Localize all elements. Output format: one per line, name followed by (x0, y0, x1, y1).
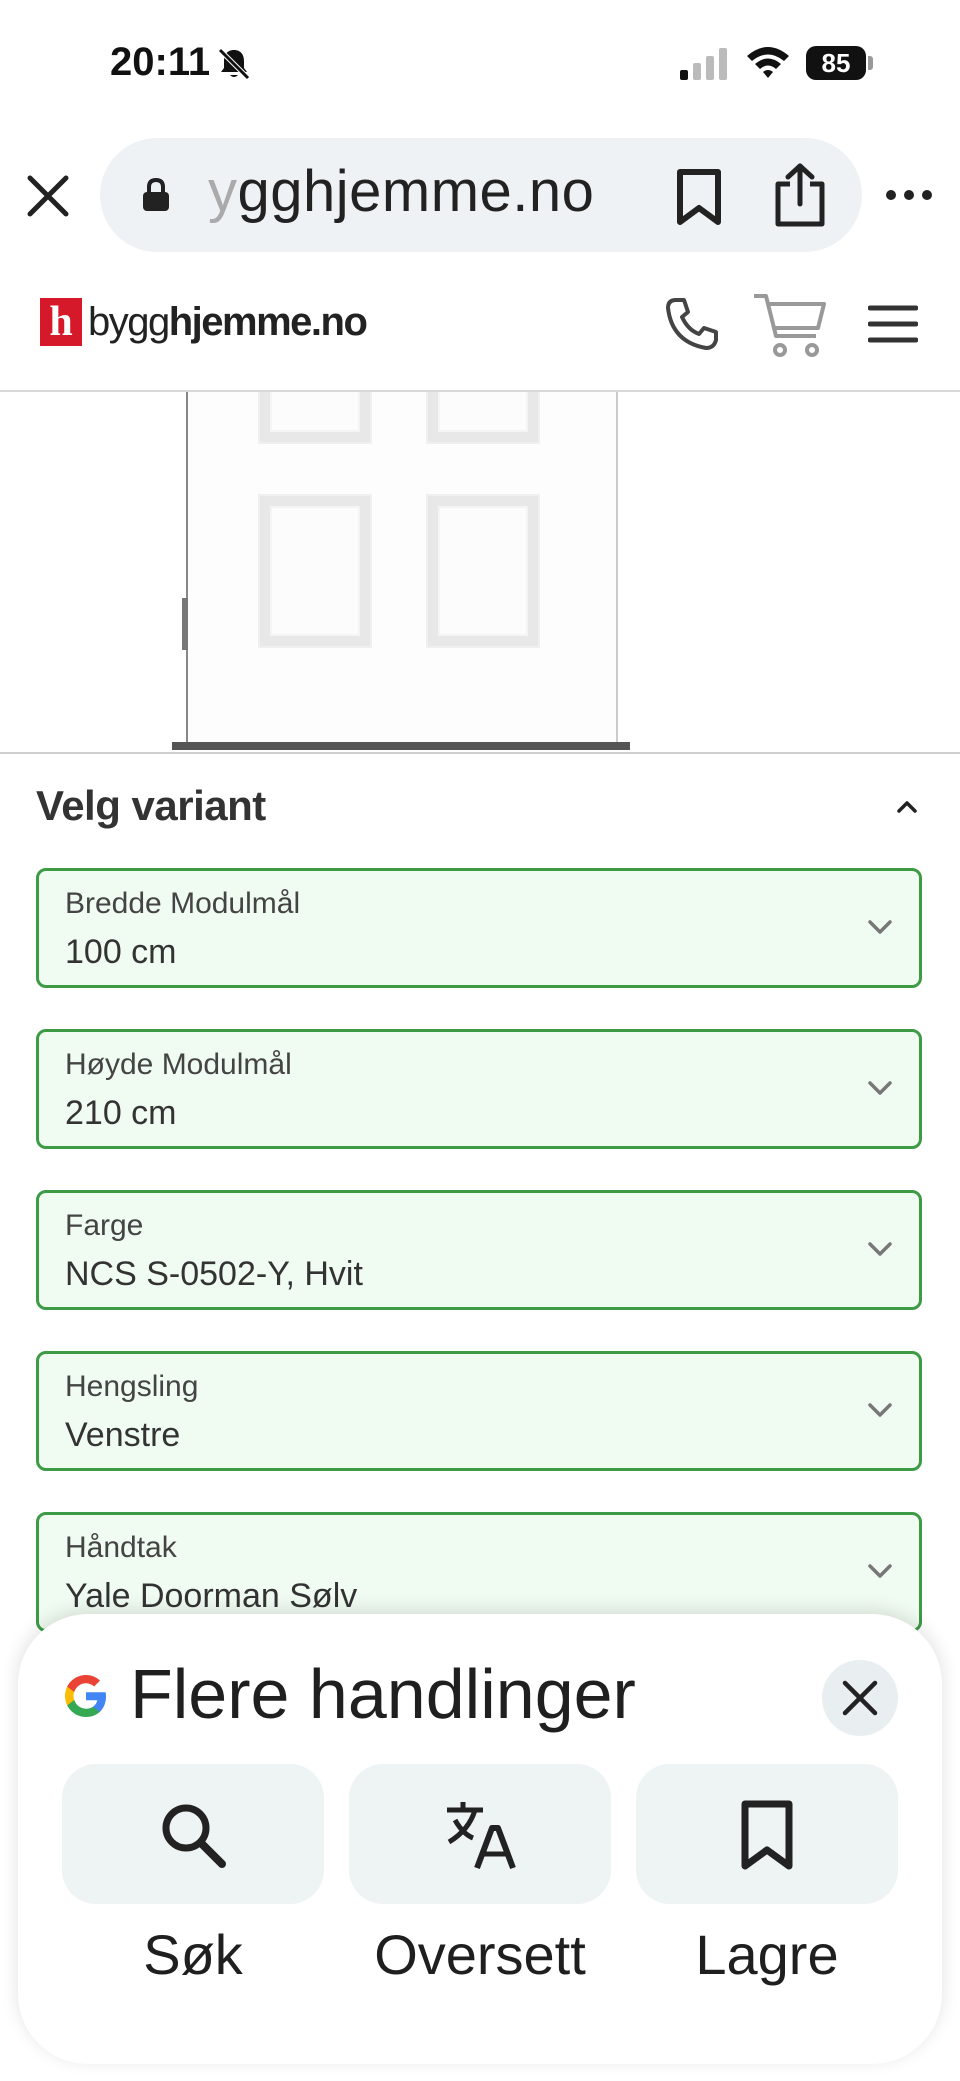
logo-mark[interactable]: h (40, 298, 82, 346)
logo-text-part2: hjemme.no (168, 300, 368, 344)
signal-icon (680, 48, 727, 80)
search-action-button[interactable] (62, 1764, 324, 1904)
status-bar: 20:11 85 (0, 0, 960, 130)
cart-icon[interactable] (752, 290, 828, 360)
chevron-down-icon (868, 1242, 892, 1256)
bookmark-icon (741, 1800, 793, 1870)
bell-muted-icon (218, 48, 250, 80)
url-text-main: gghjemme.no (237, 159, 595, 224)
more-options-icon[interactable] (885, 188, 933, 202)
wifi-icon (747, 47, 789, 78)
close-icon (842, 1680, 878, 1716)
more-actions-sheet: Flere handlinger Søk Oversett Lagre (18, 1614, 942, 2064)
door-threshold (172, 742, 630, 750)
browser-toolbar: ygghjemme.no (0, 130, 960, 260)
chevron-up-icon[interactable] (896, 800, 918, 814)
site-logo[interactable]: bygghjemme.no (88, 298, 368, 346)
hamburger-menu-icon[interactable] (868, 302, 918, 346)
chevron-down-icon (868, 1403, 892, 1417)
save-action-button[interactable] (636, 1764, 898, 1904)
phone-icon[interactable] (664, 296, 720, 352)
select-width[interactable]: Bredde Modulmål 100 cm (36, 868, 922, 988)
chevron-down-icon (868, 920, 892, 934)
share-icon[interactable] (772, 162, 828, 228)
select-width-value: 100 cm (65, 933, 177, 971)
select-height-value: 210 cm (65, 1094, 177, 1132)
select-height-label: Høyde Modulmål (65, 1048, 292, 1081)
select-handle-value: Yale Doorman Sølv (65, 1577, 358, 1615)
site-header: h bygghjemme.no (0, 262, 960, 392)
select-color[interactable]: Farge NCS S-0502-Y, Hvit (36, 1190, 922, 1310)
select-width-label: Bredde Modulmål (65, 887, 301, 920)
select-height[interactable]: Høyde Modulmål 210 cm (36, 1029, 922, 1149)
select-color-label: Farge (65, 1209, 144, 1242)
lock-icon (143, 178, 169, 211)
address-bar[interactable]: ygghjemme.no (100, 138, 862, 252)
status-time: 20:11 (110, 40, 211, 84)
select-handle-label: Håndtak (65, 1531, 177, 1564)
door-image (186, 392, 618, 746)
logo-text-part1: bygg (88, 300, 170, 344)
search-action-label[interactable]: Søk (62, 1922, 324, 1987)
variant-section-title[interactable]: Velg variant (36, 782, 266, 830)
translate-action-label[interactable]: Oversett (349, 1922, 611, 1987)
battery-indicator: 85 (806, 46, 874, 82)
translate-icon (447, 1802, 516, 1870)
select-hinge-label: Hengsling (65, 1370, 199, 1403)
chevron-down-icon (868, 1564, 892, 1578)
select-hinge[interactable]: Hengsling Venstre (36, 1351, 922, 1471)
url-text: ygghjemme.no (208, 158, 594, 225)
translate-action-button[interactable] (349, 1764, 611, 1904)
door-handle-mark (182, 598, 188, 650)
close-tab-icon[interactable] (24, 172, 72, 220)
select-color-value: NCS S-0502-Y, Hvit (65, 1255, 363, 1293)
sheet-title: Flere handlinger (130, 1655, 636, 1733)
search-icon (162, 1804, 226, 1868)
sheet-close-button[interactable] (822, 1660, 898, 1736)
battery-level: 85 (806, 46, 866, 80)
select-hinge-value: Venstre (65, 1416, 181, 1454)
url-text-faded: y (208, 159, 238, 224)
save-action-label[interactable]: Lagre (636, 1922, 898, 1987)
google-logo-icon (65, 1675, 106, 1717)
chevron-down-icon (868, 1081, 892, 1095)
product-image[interactable] (0, 392, 960, 754)
bookmark-icon[interactable] (674, 168, 724, 226)
